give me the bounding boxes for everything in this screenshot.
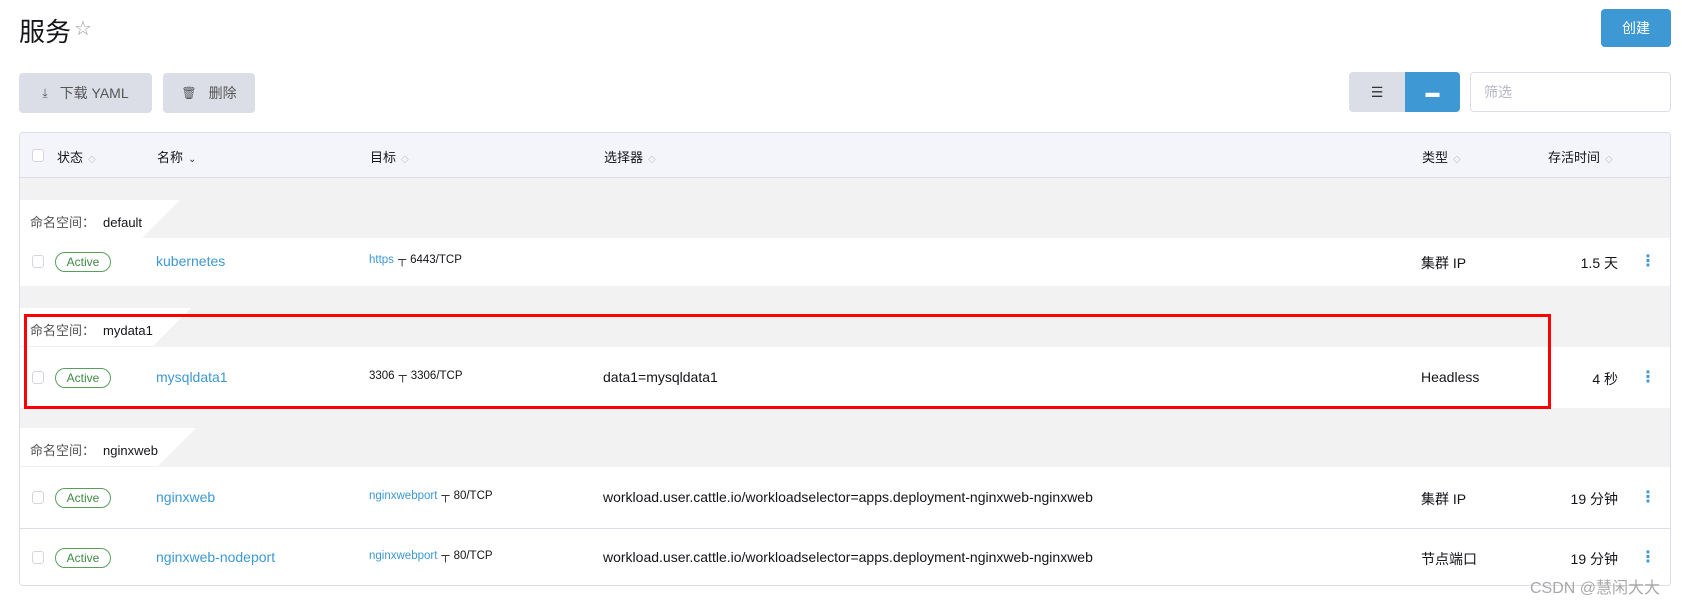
list-view-button[interactable]: ☰ xyxy=(1349,72,1405,112)
download-icon: ⤓ xyxy=(42,85,48,100)
sort-icon: ◇ xyxy=(648,154,656,165)
column-age[interactable]: 存活时间 ◇ xyxy=(1548,147,1613,166)
port-link-icon: ┬ xyxy=(441,550,450,562)
status-badge: Active xyxy=(55,252,111,272)
target: nginxwebport ┬ 80/TCP xyxy=(369,490,493,502)
group-spacer xyxy=(20,408,1670,467)
column-target[interactable]: 目标 ◇ xyxy=(370,147,409,166)
port-name[interactable]: nginxwebport xyxy=(369,490,437,502)
watermark: CSDN @慧闲大大 xyxy=(1530,580,1661,597)
star-icon[interactable]: ☆ xyxy=(74,16,92,41)
column-status[interactable]: 状态 ◇ xyxy=(57,147,96,166)
age: 4 秒 xyxy=(1592,370,1618,387)
sort-icon: ◇ xyxy=(1605,154,1613,165)
namespace-header: 命名空间： default xyxy=(20,200,181,238)
age: 1.5 天 xyxy=(1580,255,1618,271)
target-port: 80/TCP xyxy=(453,550,493,562)
group-view-button[interactable]: ▬ xyxy=(1405,72,1460,112)
namespace-header: 命名空间： nginxweb xyxy=(20,428,196,466)
column-selector[interactable]: 选择器 ◇ xyxy=(604,147,656,166)
target: nginxwebport ┬ 80/TCP xyxy=(369,550,493,562)
row-checkbox[interactable] xyxy=(32,255,44,268)
port-link-icon: ┬ xyxy=(441,489,450,502)
more-actions-icon[interactable]: ⋮ xyxy=(1640,367,1656,387)
row-checkbox[interactable] xyxy=(32,551,44,564)
table-row: Active nginxweb nginxwebport ┬ 80/TCP work… xyxy=(20,467,1670,528)
create-button[interactable]: 创建 xyxy=(1601,9,1671,47)
sort-icon: ◇ xyxy=(401,154,409,165)
port-name[interactable]: https xyxy=(369,254,394,266)
service-type: 节点端口 xyxy=(1421,551,1477,567)
port-link-icon: ┬ xyxy=(397,254,407,266)
target-port: 80/TCP xyxy=(453,489,493,502)
download-label: 下载 YAML xyxy=(59,85,129,101)
column-type[interactable]: 类型 ◇ xyxy=(1422,147,1461,166)
more-actions-icon[interactable]: ⋮ xyxy=(1640,547,1656,567)
target: https ┬ 6443/TCP xyxy=(369,254,462,266)
age: 19 分钟 xyxy=(1570,490,1618,507)
status-badge: Active xyxy=(55,548,111,568)
more-actions-icon[interactable]: ⋮ xyxy=(1640,487,1656,507)
sort-desc-icon: ⌄ xyxy=(188,154,197,165)
table-row: Active kubernetes https ┬ 6443/TCP 集群 IP 1… xyxy=(20,238,1670,286)
delete-button[interactable]: 🗑 删除 xyxy=(163,73,255,113)
port-name[interactable]: nginxwebport xyxy=(369,550,437,562)
namespace-name: nginxweb xyxy=(103,443,158,458)
namespace-name: default xyxy=(103,215,143,230)
table-row: Active nginxweb-nodeport nginxwebport ┬ 80… xyxy=(20,528,1670,585)
status-badge: Active xyxy=(55,487,111,508)
selector: workload.user.cattle.io/workloadselector… xyxy=(603,488,1093,505)
sort-icon: ◇ xyxy=(88,154,96,165)
list-icon: ☰ xyxy=(1370,83,1384,100)
page-title: 服务 xyxy=(19,17,72,47)
sort-icon: ◇ xyxy=(1453,154,1461,165)
target-port: 6443/TCP xyxy=(410,254,462,266)
trash-icon: 🗑 xyxy=(181,86,197,100)
table-header: 状态 ◇ 名称 ⌄ 目标 ◇ 选择器 ◇ 类型 ◇ 存活时间 ◇ xyxy=(20,133,1670,178)
filter-input[interactable] xyxy=(1470,72,1671,112)
service-name-link[interactable]: nginxweb xyxy=(156,489,215,505)
selector: workload.user.cattle.io/workloadselector… xyxy=(603,549,1093,565)
folder-icon: ▬ xyxy=(1425,84,1440,100)
service-type: 集群 IP xyxy=(1421,490,1467,507)
service-type: 集群 IP xyxy=(1421,255,1467,271)
download-yaml-button[interactable]: ⤓ 下载 YAML xyxy=(19,73,152,113)
age: 19 分钟 xyxy=(1570,551,1618,567)
delete-label: 删除 xyxy=(208,85,237,101)
select-all-checkbox[interactable] xyxy=(32,149,44,162)
highlight-box xyxy=(24,314,1551,409)
column-name[interactable]: 名称 ⌄ xyxy=(157,147,196,166)
service-name-link[interactable]: nginxweb-nodeport xyxy=(156,549,275,565)
service-name-link[interactable]: kubernetes xyxy=(156,253,225,269)
more-actions-icon[interactable]: ⋮ xyxy=(1640,251,1656,271)
row-checkbox[interactable] xyxy=(32,490,44,504)
